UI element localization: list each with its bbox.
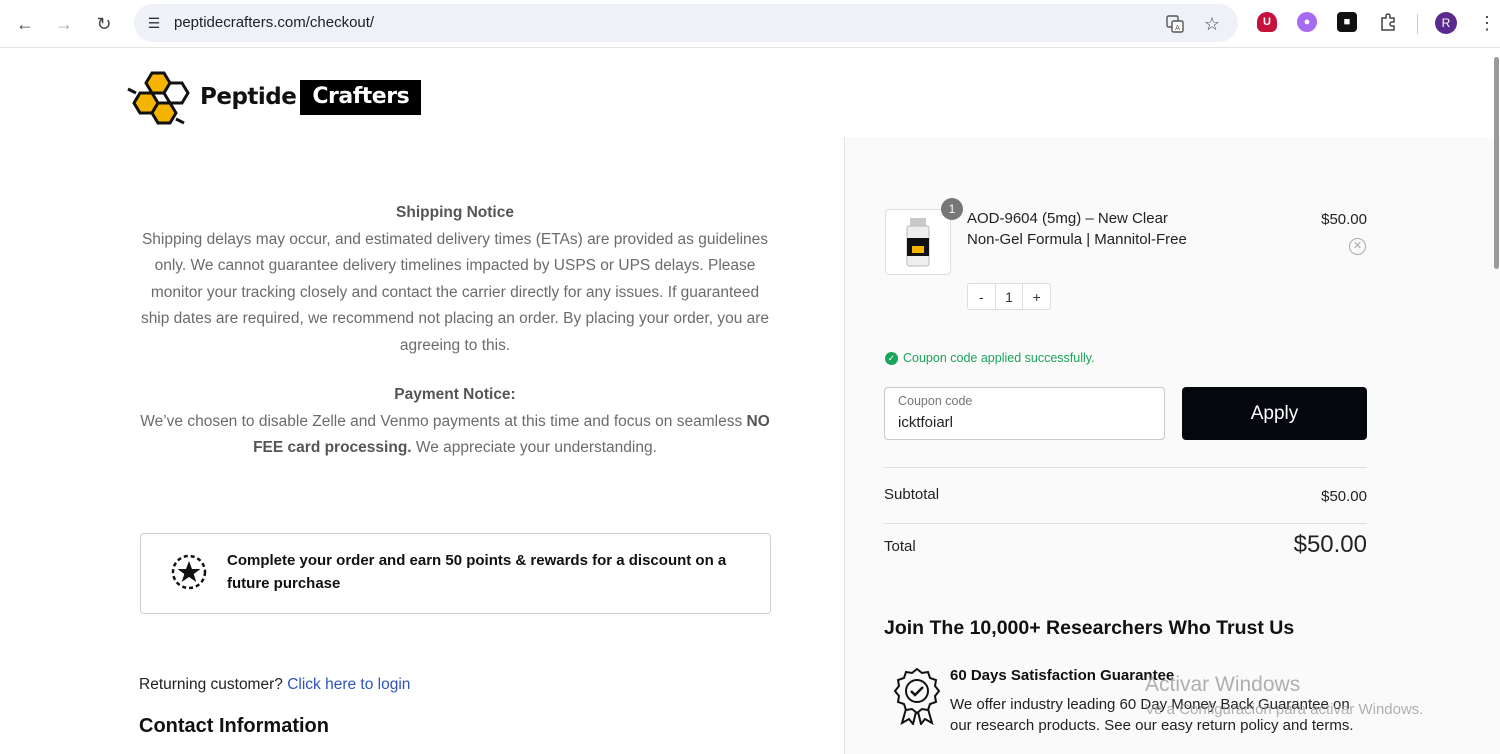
quantity-value[interactable]: 1 — [994, 284, 1024, 309]
bookmark-star-icon[interactable]: ☆ — [1201, 13, 1223, 35]
extension-icon[interactable]: ● — [1297, 12, 1317, 32]
returning-customer-prompt: Returning customer? — [139, 676, 283, 693]
trust-heading: Join The 10,000+ Researchers Who Trust U… — [884, 617, 1295, 639]
shipping-notice-title: Shipping Notice — [396, 204, 514, 221]
extension-icon[interactable]: ■ — [1337, 12, 1357, 32]
payment-notice-title: Payment Notice: — [394, 386, 516, 403]
vial-image-icon — [906, 218, 930, 267]
browser-menu-icon[interactable]: ⋮ — [1478, 12, 1496, 34]
back-icon[interactable]: ← — [11, 10, 39, 38]
browser-toolbar: ← → ↻ ☰ peptidecrafters.com/checkout/ A … — [0, 0, 1500, 48]
payment-notice-body: We’ve chosen to disable Zelle and Venmo … — [138, 409, 772, 462]
apply-coupon-button[interactable]: Apply — [1182, 387, 1367, 440]
address-bar[interactable]: ☰ peptidecrafters.com/checkout/ A ☆ — [134, 4, 1238, 42]
shipping-notice: Shipping Notice Shipping delays may occu… — [138, 200, 772, 359]
windows-activation-watermark: Activar Windows — [1145, 673, 1301, 696]
payment-notice-text: We’ve chosen to disable Zelle and Venmo … — [140, 412, 743, 430]
subtotal-label: Subtotal — [884, 486, 940, 503]
forward-icon[interactable]: → — [50, 10, 78, 38]
toolbar-divider — [1417, 14, 1418, 34]
checkout-page: Peptide Crafters Shipping Notice Shippin… — [0, 49, 1500, 754]
site-logo[interactable]: Peptide Crafters — [126, 69, 422, 125]
svg-text:A: A — [1175, 24, 1180, 32]
guarantee-title: 60 Days Satisfaction Guarantee — [950, 667, 1175, 684]
total-label: Total — [884, 538, 916, 555]
profile-avatar[interactable]: R — [1435, 12, 1457, 34]
product-thumbnail — [885, 209, 951, 275]
summary-divider — [884, 523, 1367, 524]
payment-notice-text: We appreciate your understanding. — [415, 439, 657, 456]
total-value: $50.00 — [1293, 531, 1367, 558]
product-name: AOD-9604 (5mg) – New Clear Non-Gel Formu… — [967, 210, 1187, 248]
coupon-code-label: Coupon code — [898, 394, 973, 408]
coupon-success-message: ✓ Coupon code applied successfully. — [885, 351, 1095, 365]
product-price: $50.00 — [1321, 211, 1367, 228]
item-quantity-badge: 1 — [941, 198, 963, 220]
shipping-notice-body: Shipping delays may occur, and estimated… — [140, 230, 770, 354]
quantity-increase-button[interactable]: + — [1023, 284, 1050, 309]
site-info-icon[interactable]: ☰ — [142, 11, 166, 35]
contact-information-heading: Contact Information — [139, 715, 329, 737]
translate-icon[interactable]: A — [1164, 13, 1186, 35]
subtotal-value: $50.00 — [1321, 488, 1367, 505]
rewards-banner: Complete your order and earn 50 points &… — [140, 533, 771, 614]
shield-extension-icon[interactable]: U — [1257, 12, 1277, 32]
payment-notice: Payment Notice: We’ve chosen to disable … — [138, 382, 772, 462]
returning-customer: Returning customer? Click here to login — [139, 676, 410, 694]
reload-icon[interactable]: ↻ — [90, 10, 118, 38]
summary-divider — [884, 467, 1367, 468]
quantity-decrease-button[interactable]: - — [968, 284, 995, 309]
coupon-success-text: Coupon code applied successfully. — [903, 351, 1095, 365]
quantity-stepper: - 1 + — [967, 283, 1051, 310]
star-icon — [171, 554, 207, 590]
check-circle-icon: ✓ — [885, 351, 898, 365]
logo-text-crafters: Crafters — [300, 79, 422, 115]
rewards-text: Complete your order and earn 50 points &… — [227, 552, 727, 592]
coupon-code-field[interactable]: Coupon code — [884, 387, 1165, 440]
login-link[interactable]: Click here to login — [287, 676, 410, 693]
coupon-code-input[interactable] — [898, 414, 1148, 431]
honeycomb-logo-icon — [127, 71, 190, 125]
windows-activation-subtext: Ve a Configuración para activar Windows. — [1145, 701, 1424, 718]
page-scrollbar[interactable] — [1494, 57, 1499, 269]
logo-text-peptide: Peptide — [200, 84, 297, 110]
remove-item-icon[interactable]: ✕ — [1349, 238, 1366, 255]
extensions-puzzle-icon[interactable] — [1374, 8, 1402, 36]
guarantee-badge-icon — [893, 667, 941, 725]
address-url[interactable]: peptidecrafters.com/checkout/ — [174, 14, 374, 31]
